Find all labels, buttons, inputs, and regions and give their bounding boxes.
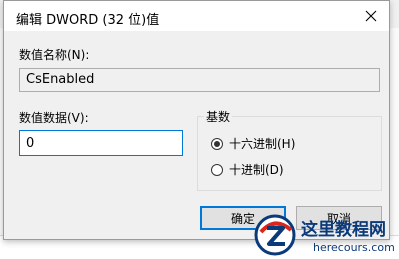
close-button[interactable] <box>353 1 389 31</box>
close-icon <box>365 10 377 22</box>
value-data-input[interactable] <box>19 130 183 156</box>
value-name-field[interactable]: CsEnabled <box>19 68 380 92</box>
dialog-title: 编辑 DWORD (32 位)值 <box>16 13 160 28</box>
radio-unselected-indicator <box>211 163 223 176</box>
radio-decimal-label: 十进制(D) <box>229 163 284 177</box>
watermark-url: herecours.com <box>313 241 395 254</box>
watermark: 这里教程网 herecours.com <box>253 210 399 258</box>
watermark-logo-icon <box>254 214 296 256</box>
base-groupbox <box>197 116 382 191</box>
value-name-label: 数值名称(N): <box>19 48 90 62</box>
radio-hexadecimal-label: 十六进制(H) <box>229 137 296 151</box>
radio-selected-indicator <box>211 137 223 150</box>
watermark-title: 这里教程网 <box>301 220 386 240</box>
value-data-label: 数值数据(V): <box>19 111 89 125</box>
dword-edit-dialog: 编辑 DWORD (32 位)值 数值名称(N): CsEnabled 数值数据… <box>3 0 390 240</box>
radio-hexadecimal[interactable]: 十六进制(H) <box>211 135 295 152</box>
base-group-label: 基数 <box>204 108 233 125</box>
titlebar: 编辑 DWORD (32 位)值 <box>4 1 389 31</box>
radio-decimal[interactable]: 十进制(D) <box>211 161 284 178</box>
